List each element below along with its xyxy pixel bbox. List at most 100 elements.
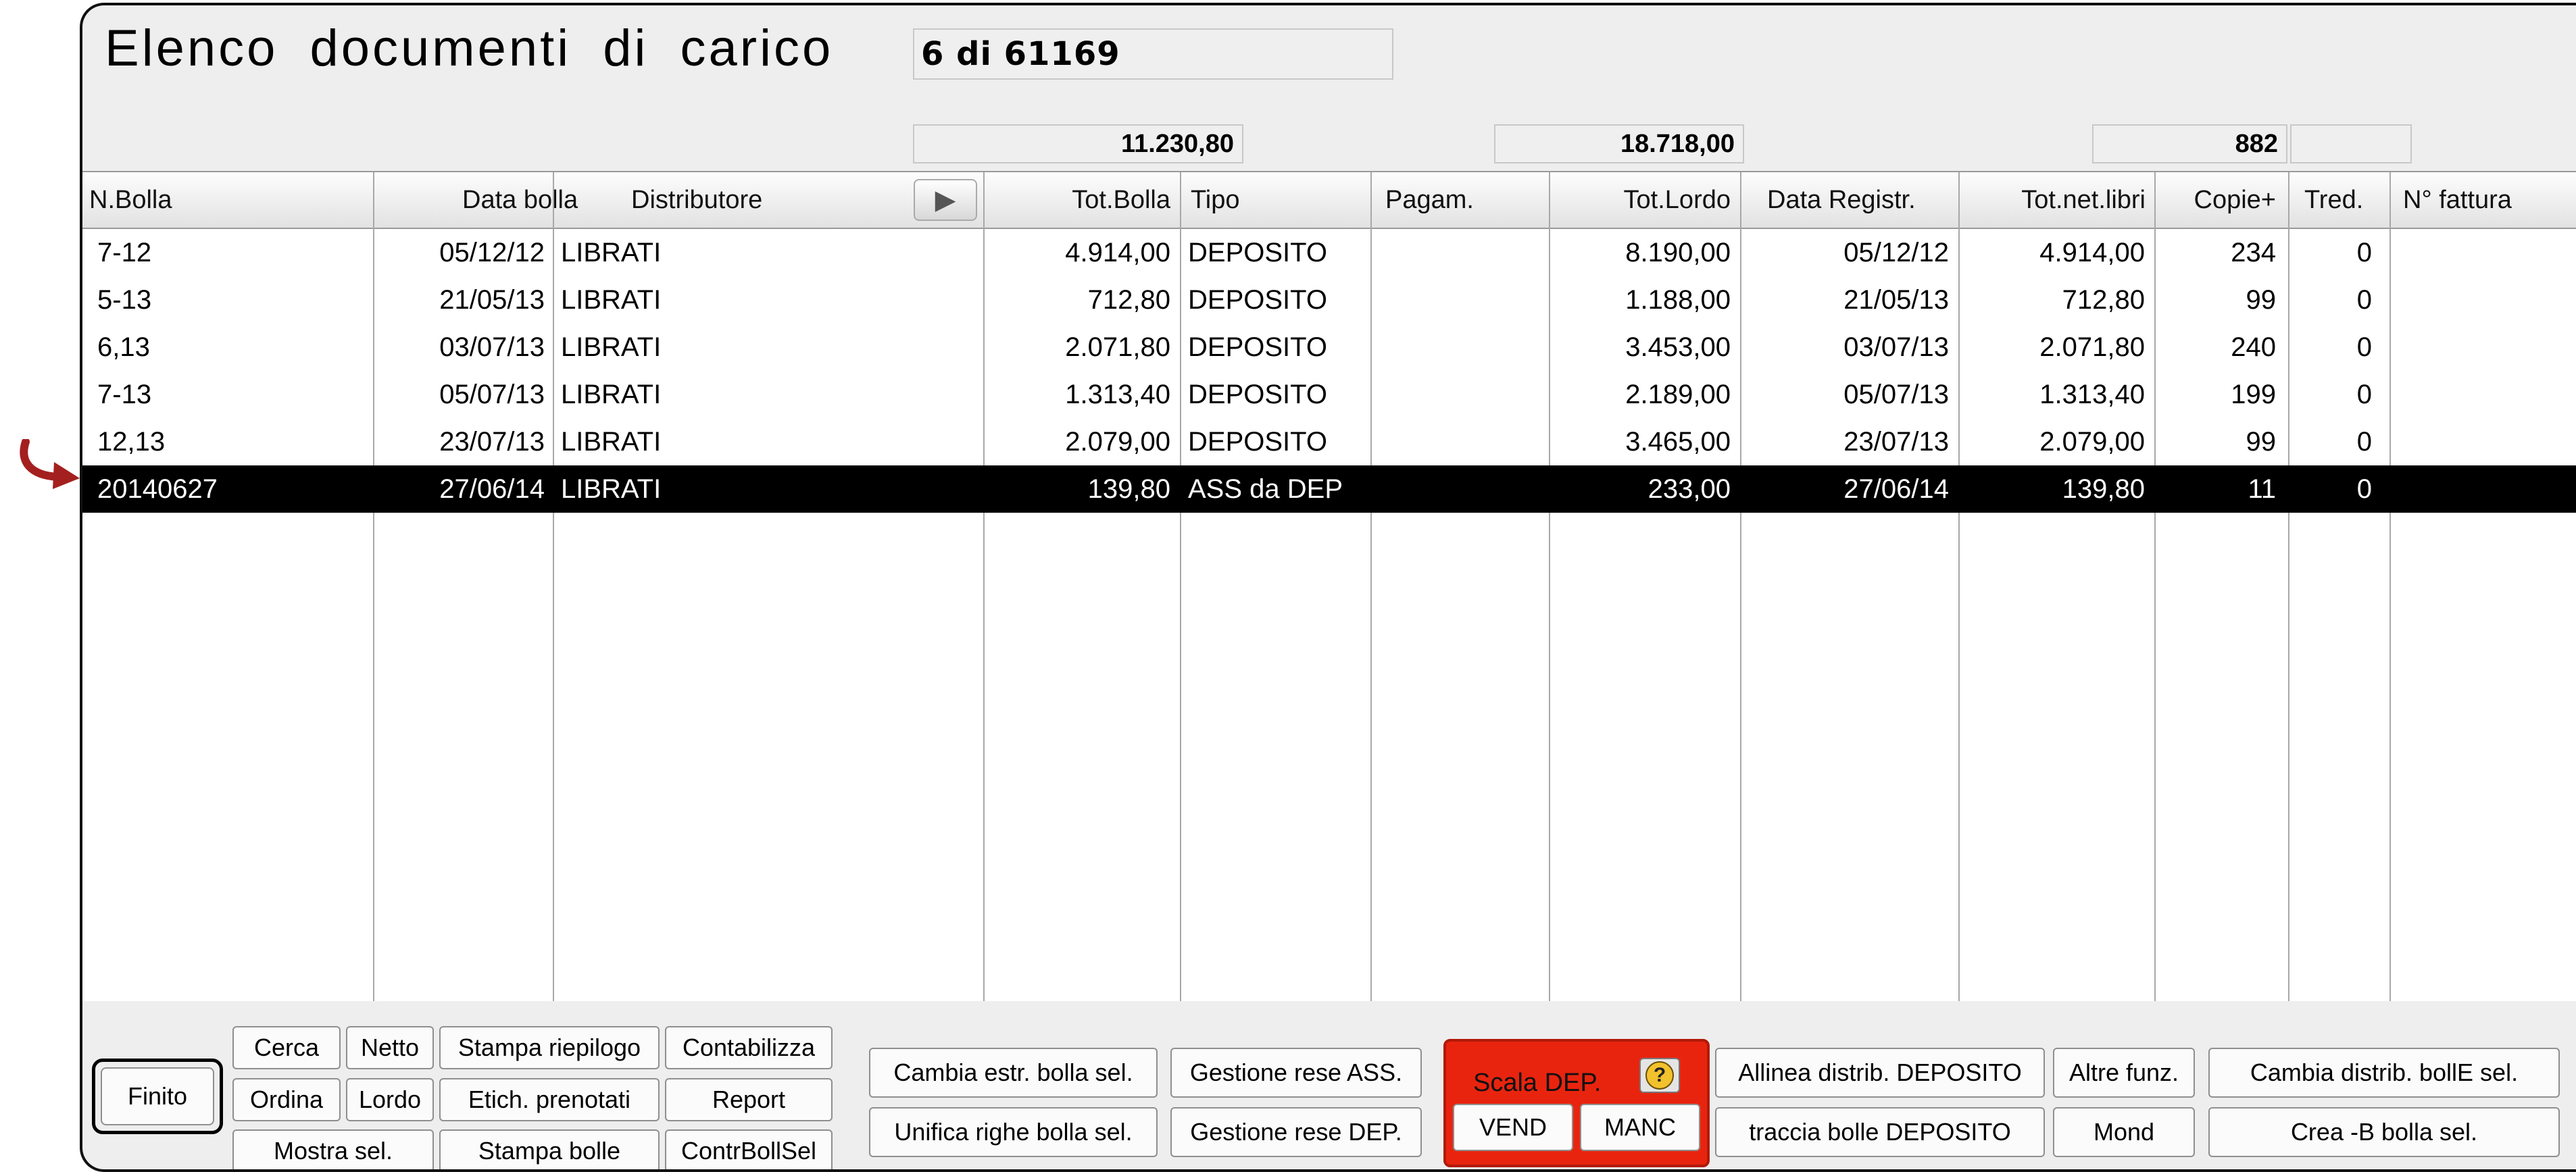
cerca-button[interactable]: Cerca bbox=[232, 1026, 341, 1069]
cell-data-bolla: 23/07/13 bbox=[439, 426, 545, 457]
mostra-sel-button[interactable]: Mostra sel. bbox=[232, 1129, 434, 1169]
cell-distributore: LIBRATI bbox=[561, 237, 662, 267]
cell-tot-net-libri: 1.313,40 bbox=[2039, 379, 2145, 409]
cell-tipo: DEPOSITO bbox=[1188, 237, 1327, 267]
cell-tot-lordo: 1.188,00 bbox=[1625, 284, 1731, 315]
cell-tipo: DEPOSITO bbox=[1188, 379, 1327, 409]
cell-pagam bbox=[1370, 276, 1549, 324]
table-header: N.Bolla Data bolla Distributore ▶ Tot.Bo… bbox=[82, 172, 2576, 229]
col-header-data-registr[interactable]: Data Registr. bbox=[1743, 172, 1949, 228]
window: Elenco documenti di carico 6 di 61169 11… bbox=[80, 3, 2576, 1172]
cell-data-bolla: 03/07/13 bbox=[439, 332, 545, 362]
etich-prenotati-button[interactable]: Etich. prenotati bbox=[439, 1078, 660, 1121]
cell-tot-net-libri: 712,80 bbox=[2062, 284, 2145, 315]
col-header-tot-net-libri[interactable]: Tot.net.libri bbox=[1961, 172, 2154, 228]
finito-button[interactable]: Finito bbox=[101, 1067, 214, 1125]
cell-tipo: DEPOSITO bbox=[1188, 284, 1327, 315]
gestione-rese-ass-button[interactable]: Gestione rese ASS. bbox=[1170, 1048, 1422, 1098]
cell-tipo: ASS da DEP bbox=[1188, 474, 1343, 504]
cambia-estr-bolla-button[interactable]: Cambia estr. bolla sel. bbox=[869, 1048, 1158, 1098]
documents-table[interactable]: N.Bolla Data bolla Distributore ▶ Tot.Bo… bbox=[82, 171, 2576, 1001]
stampa-riepilogo-button[interactable]: Stampa riepilogo bbox=[439, 1026, 660, 1069]
netto-button[interactable]: Netto bbox=[346, 1026, 434, 1069]
stampa-bolle-button[interactable]: Stampa bolle bbox=[439, 1129, 660, 1169]
contr-boll-sel-button[interactable]: ContrBollSel bbox=[665, 1129, 833, 1169]
cell-pagam bbox=[1370, 418, 1549, 465]
cell-n-bolla: 6,13 bbox=[97, 332, 150, 362]
cell-copie: 11 bbox=[2248, 474, 2276, 504]
cambia-distrib-bolle-button[interactable]: Cambia distrib. bollE sel. bbox=[2208, 1048, 2560, 1098]
cell-tot-net-libri: 2.079,00 bbox=[2039, 426, 2145, 457]
contabilizza-button[interactable]: Contabilizza bbox=[665, 1026, 833, 1069]
ordina-button[interactable]: Ordina bbox=[232, 1078, 341, 1121]
total-tot-bolla: 11.230,80 bbox=[913, 124, 1243, 163]
cell-tot-lordo: 3.465,00 bbox=[1625, 426, 1731, 457]
cell-tot-net-libri: 139,80 bbox=[2062, 474, 2145, 504]
total-tred bbox=[2290, 124, 2412, 163]
col-header-copie[interactable]: Copie+ bbox=[2157, 172, 2285, 228]
col-header-distributore[interactable]: Distributore bbox=[570, 172, 841, 228]
cell-tipo: DEPOSITO bbox=[1188, 332, 1327, 362]
cell-tot-lordo: 233,00 bbox=[1648, 474, 1731, 504]
cell-pagam bbox=[1370, 324, 1549, 371]
cell-distributore: LIBRATI bbox=[561, 284, 662, 315]
cell-tred: 0 bbox=[2356, 379, 2372, 409]
col-header-n-fattura[interactable]: N° fattura bbox=[2391, 172, 2576, 228]
scala-dep-panel: Scala DEP. ? VEND MANC bbox=[1443, 1039, 1710, 1167]
cell-tred: 0 bbox=[2356, 237, 2372, 267]
cell-data-bolla: 05/12/12 bbox=[439, 237, 545, 267]
report-button[interactable]: Report bbox=[665, 1078, 833, 1121]
table-row[interactable]: 7-13 05/07/13 LIBRATI 1.313,40 DEPOSITO 2.189… bbox=[82, 371, 2576, 418]
col-header-tot-lordo[interactable]: Tot.Lordo bbox=[1551, 172, 1740, 228]
cell-n-fattura bbox=[2389, 229, 2576, 276]
cell-copie: 199 bbox=[2231, 379, 2276, 409]
col-header-tred[interactable]: Tred. bbox=[2289, 172, 2387, 228]
mond-button[interactable]: Mond bbox=[2053, 1107, 2195, 1157]
table-row[interactable]: 12,13 23/07/13 LIBRATI 2.079,00 DEPOSITO 3.46… bbox=[82, 418, 2576, 465]
cell-tipo: DEPOSITO bbox=[1188, 426, 1327, 457]
total-tot-lordo: 18.718,00 bbox=[1494, 124, 1744, 163]
cell-tot-bolla: 2.079,00 bbox=[1065, 426, 1170, 457]
record-count-field: 6 di 61169 bbox=[913, 28, 1393, 80]
cell-tred: 0 bbox=[2356, 332, 2372, 362]
lordo-button[interactable]: Lordo bbox=[346, 1078, 434, 1121]
col-header-tot-bolla[interactable]: Tot.Bolla bbox=[983, 172, 1179, 228]
cell-data-registr: 21/05/13 bbox=[1843, 284, 1949, 315]
cell-tot-bolla: 139,80 bbox=[1087, 474, 1170, 504]
cell-tot-lordo: 8.190,00 bbox=[1625, 237, 1731, 267]
cell-tot-net-libri: 2.071,80 bbox=[2039, 332, 2145, 362]
cell-data-registr: 23/07/13 bbox=[1843, 426, 1949, 457]
cell-copie: 99 bbox=[2246, 426, 2277, 457]
col-header-tipo[interactable]: Tipo bbox=[1183, 172, 1365, 228]
vend-button[interactable]: VEND bbox=[1453, 1104, 1573, 1151]
cell-data-registr: 05/07/13 bbox=[1843, 379, 1949, 409]
cell-n-bolla: 20140627 bbox=[97, 474, 218, 504]
cell-tot-bolla: 2.071,80 bbox=[1065, 332, 1170, 362]
table-row[interactable]: 6,13 03/07/13 LIBRATI 2.071,80 DEPOSITO 3.453… bbox=[82, 324, 2576, 371]
help-button[interactable]: ? bbox=[1639, 1058, 1680, 1093]
table-row[interactable]: 20140627 27/06/14 LIBRATI 139,80 ASS da DEP 2… bbox=[82, 465, 2576, 513]
cell-data-registr: 27/06/14 bbox=[1843, 474, 1949, 504]
altre-funz-button[interactable]: Altre funz. bbox=[2053, 1048, 2195, 1098]
col-header-pagam[interactable]: Pagam. bbox=[1373, 172, 1542, 228]
table-row[interactable]: 7-12 05/12/12 LIBRATI 4.914,00 DEPOSITO 8.190… bbox=[82, 229, 2576, 276]
cell-copie: 240 bbox=[2231, 332, 2276, 362]
play-icon[interactable]: ▶ bbox=[914, 179, 977, 221]
table-row[interactable]: 5-13 21/05/13 LIBRATI 712,80 DEPOSITO 1.188,0… bbox=[82, 276, 2576, 324]
cell-tot-net-libri: 4.914,00 bbox=[2039, 237, 2145, 267]
cell-tot-lordo: 2.189,00 bbox=[1625, 379, 1731, 409]
manc-button[interactable]: MANC bbox=[1580, 1104, 1700, 1151]
cell-distributore: LIBRATI bbox=[561, 426, 662, 457]
cell-pagam bbox=[1370, 371, 1549, 418]
cell-copie: 99 bbox=[2246, 284, 2277, 315]
allinea-distrib-deposito-button[interactable]: Allinea distrib. DEPOSITO bbox=[1715, 1048, 2045, 1098]
traccia-bolle-deposito-button[interactable]: traccia bolle DEPOSITO bbox=[1715, 1107, 2045, 1157]
crea-b-bolla-button[interactable]: Crea -B bolla sel. bbox=[2208, 1107, 2560, 1157]
cell-tred: 0 bbox=[2356, 284, 2372, 315]
cell-copie: 234 bbox=[2231, 237, 2276, 267]
unifica-righe-bolla-button[interactable]: Unifica righe bolla sel. bbox=[869, 1107, 1158, 1157]
col-header-n-bolla[interactable]: N.Bolla bbox=[89, 172, 447, 228]
gestione-rese-dep-button[interactable]: Gestione rese DEP. bbox=[1170, 1107, 1422, 1157]
cell-n-fattura bbox=[2389, 371, 2576, 418]
cell-n-bolla: 12,13 bbox=[97, 426, 166, 457]
